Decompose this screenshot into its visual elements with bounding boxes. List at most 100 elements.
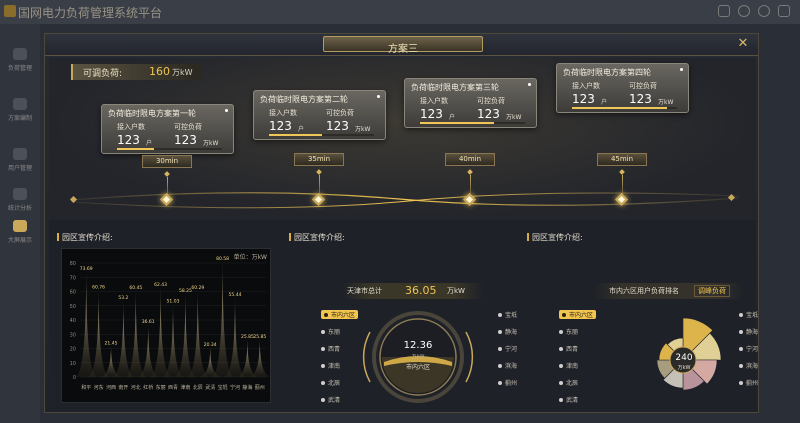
right-section-title: 园区宣传介绍: (527, 232, 583, 243)
district-option[interactable]: 武清 (559, 395, 578, 404)
sidebar-item-4[interactable]: 统计分析 (6, 188, 34, 212)
data-label: 51.03 (167, 298, 180, 304)
sidebar-item-3[interactable]: 用户管理 (6, 148, 34, 172)
district-option[interactable]: 静海 (498, 327, 517, 336)
x-tick-label: 西青 (168, 384, 178, 391)
data-label: 25.85 (241, 334, 254, 340)
district-option[interactable]: 武清 (321, 395, 340, 404)
bullet-icon (321, 330, 325, 334)
y-tick-label: 0 (73, 375, 76, 381)
round-card-1[interactable]: 负荷临时限电方案第一轮 接入户数 可控负荷 123 户 123 万kW (101, 104, 234, 154)
power-icon[interactable] (758, 5, 770, 17)
window-icon[interactable] (778, 5, 790, 17)
bullet-icon (321, 347, 325, 351)
households-value: 123 (269, 119, 292, 133)
households-value: 123 (420, 107, 443, 121)
data-label: 60.29 (191, 285, 204, 291)
modal-title: 方案三 (388, 44, 418, 55)
district-option[interactable]: 宝坻 (498, 310, 517, 319)
district-option[interactable]: 蓟州 (498, 378, 517, 387)
round-card-2[interactable]: 负荷临时限电方案第二轮 接入户数 可控负荷 123 户 123 万kW (253, 90, 386, 140)
rose-center-value: 240 (675, 353, 693, 363)
district-option[interactable]: 西青 (321, 344, 340, 353)
bottom-panel: 园区宣传介绍: 园区宣传介绍: 园区宣传介绍: 单位：万kW 0 10 20 30 40 5… (49, 220, 758, 410)
district-option[interactable]: 滨海 (498, 361, 517, 370)
sidebar-item-2[interactable]: 方案编制 (6, 98, 34, 122)
district-option[interactable]: 宝坻 (739, 310, 758, 319)
load-unit: 万kW (355, 126, 371, 133)
peak-load-tag[interactable]: 调峰负荷 (694, 285, 730, 297)
load-unit: 万kW (203, 140, 219, 147)
x-tick-label: 静海 (242, 384, 252, 391)
district-option[interactable]: 宁河 (739, 344, 758, 353)
close-icon[interactable]: ✕ (736, 37, 750, 51)
load-label: 可控负荷 (174, 123, 202, 131)
round-card-4[interactable]: 负荷临时限电方案第四轮 接入户数 可控负荷 123 户 123 万kW (556, 63, 689, 113)
bullet-icon (324, 313, 328, 317)
district-option[interactable]: 市内六区 (559, 310, 597, 319)
sidebar-item-1[interactable]: 负荷管理 (6, 48, 34, 72)
district-option-label: 宝坻 (746, 312, 759, 319)
x-tick-label: 宁河 (230, 384, 240, 391)
district-option[interactable]: 西青 (559, 344, 578, 353)
district-option-label: 宁河 (746, 346, 759, 353)
home-icon[interactable] (718, 5, 730, 17)
timeline-panel: 可调负荷: 160 万kW 负荷临时限电方案第一轮 接入户数 可控负荷 123 户 123… (49, 58, 756, 218)
district-option[interactable]: 静海 (739, 327, 758, 336)
load-value: 123 (477, 107, 500, 121)
app-logo-icon (4, 5, 16, 17)
district-option-label: 武清 (328, 397, 341, 404)
bullet-icon (739, 330, 743, 334)
bullet-icon (498, 330, 502, 334)
data-label: 73.69 (80, 266, 93, 272)
load-unit: 万kW (658, 99, 674, 106)
app-title: 国网电力负荷管理系统平台 (18, 6, 163, 20)
data-label: 60.45 (129, 285, 142, 291)
sidebar-item-5[interactable]: 大屏展示 (6, 220, 34, 244)
district-option[interactable]: 滨海 (739, 361, 758, 370)
district-option[interactable]: 东丽 (559, 327, 578, 336)
data-label: 36.61 (142, 319, 155, 325)
households-value: 123 (117, 133, 140, 147)
load-chart-svg: 单位：万kW 0 10 20 30 40 50 60 70 80 73.69 和平 60.76 河东 21.… (70, 253, 271, 391)
screen-icon (13, 220, 27, 232)
round-progress-fill (117, 148, 154, 150)
menu-icon (13, 188, 27, 200)
data-label: 60.76 (92, 284, 105, 290)
bullet-icon (321, 364, 325, 368)
user-icon[interactable] (738, 5, 750, 17)
y-tick-label: 20 (70, 347, 76, 353)
district-option[interactable]: 津南 (559, 361, 578, 370)
round-progress-fill (572, 107, 667, 109)
district-option[interactable]: 津南 (321, 361, 340, 370)
round-progress-bar (572, 107, 677, 109)
ranking-title: 市内六区用户负荷排名 (609, 287, 679, 295)
district-option[interactable]: 蓟州 (739, 378, 758, 387)
gauge-label: 市内六区 (405, 364, 430, 371)
bullet-icon (321, 381, 325, 385)
data-label: 80.58 (216, 256, 229, 262)
x-tick-label: 蓟州 (255, 384, 265, 391)
round-duration-tag: 45min (597, 153, 647, 166)
x-tick-label: 和平 (81, 384, 91, 391)
gauge-bracket-right (465, 331, 474, 383)
district-option[interactable]: 宁河 (498, 344, 517, 353)
district-option[interactable]: 东丽 (321, 327, 340, 336)
round-card-3[interactable]: 负荷临时限电方案第三轮 接入户数 可控负荷 123 户 123 万kW (404, 78, 537, 128)
bullet-icon (739, 313, 743, 317)
district-option[interactable]: 北辰 (559, 378, 578, 387)
district-option-label: 滨海 (746, 363, 759, 370)
city-total-unit: 万kW (447, 287, 465, 295)
chart-peak (124, 290, 147, 377)
district-option-label: 市内六区 (569, 312, 594, 319)
district-option[interactable]: 市内六区 (321, 310, 359, 319)
district-option[interactable]: 北辰 (321, 378, 340, 387)
load-label: 可控负荷 (477, 97, 505, 105)
x-tick-label: 东丽 (156, 384, 166, 391)
x-tick-label: 南开 (118, 384, 128, 391)
households-value: 123 (572, 92, 595, 106)
bullet-icon (739, 347, 743, 351)
y-tick-label: 60 (70, 290, 76, 296)
households-unit: 户 (449, 114, 456, 121)
bullet-icon (498, 313, 502, 317)
